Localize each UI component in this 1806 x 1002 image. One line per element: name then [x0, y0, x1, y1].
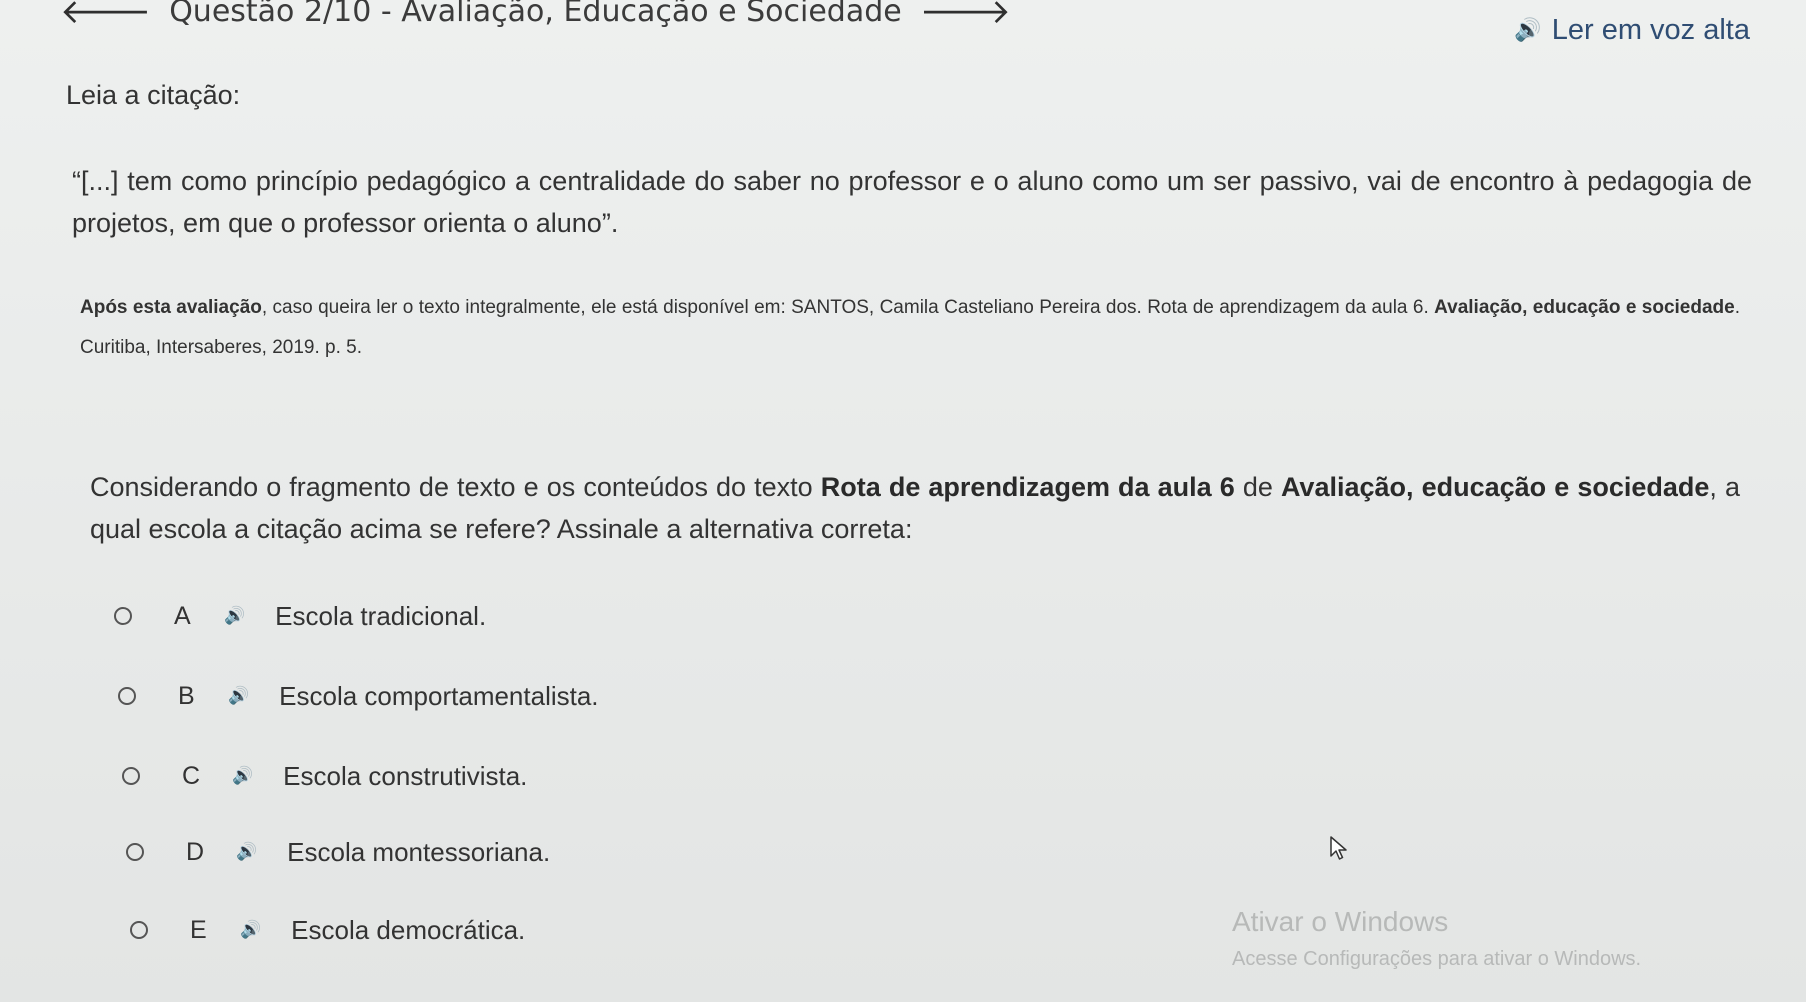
- option-text: Escola tradicional.: [275, 600, 487, 631]
- quote-text: “[...] tem como princípio pedagógico a c…: [72, 166, 1752, 238]
- windows-activation-watermark: Ativar o Windows Acesse Configurações pa…: [1232, 906, 1641, 971]
- option-c[interactable]: C 🔊 Escola construtivista.: [122, 756, 527, 796]
- radio-button[interactable]: [126, 843, 144, 861]
- option-e[interactable]: E 🔊 Escola democrática.: [130, 910, 525, 950]
- option-letter: D: [186, 837, 205, 866]
- question-part-2: de: [1234, 472, 1281, 502]
- option-a[interactable]: A 🔊 Escola tradicional.: [114, 596, 486, 636]
- source-book: Avaliação, educação e sociedade: [1434, 297, 1735, 318]
- option-text: Escola construtivista.: [283, 760, 528, 791]
- option-text: Escola democrática.: [291, 914, 526, 945]
- question-part-1: Considerando o fragmento de texto e os c…: [90, 472, 821, 502]
- speaker-icon[interactable]: 🔊: [224, 606, 245, 626]
- source-text: , caso queira ler o texto integralmente,…: [261, 297, 1435, 318]
- radio-button[interactable]: [130, 921, 148, 939]
- option-text: Escola montessoriana.: [287, 836, 551, 867]
- arrow-right-icon[interactable]: 🡒: [920, 0, 1011, 29]
- option-letter: A: [174, 601, 191, 630]
- question-text: Considerando o fragmento de texto e os c…: [90, 466, 1740, 550]
- watermark-subtitle: Acesse Configurações para ativar o Windo…: [1232, 948, 1642, 970]
- read-aloud-button[interactable]: 🔊 Ler em voz alta: [1514, 14, 1750, 47]
- source-reference: Após esta avaliação, caso queira ler o t…: [80, 288, 1740, 368]
- question-bold-1: Rota de aprendizagem da aula 6: [820, 472, 1235, 502]
- speaker-icon: 🔊: [1514, 18, 1542, 43]
- question-header: 🡐 Questão 2/10 - Avaliação, Educação e S…: [60, 0, 1011, 29]
- option-letter: B: [178, 681, 195, 710]
- read-aloud-label: Ler em voz alta: [1551, 14, 1750, 46]
- speaker-icon[interactable]: 🔊: [240, 920, 261, 940]
- speaker-icon[interactable]: 🔊: [236, 842, 257, 862]
- speaker-icon[interactable]: 🔊: [232, 766, 253, 786]
- option-d[interactable]: D 🔊 Escola montessoriana.: [126, 832, 550, 872]
- speaker-icon[interactable]: 🔊: [228, 686, 249, 706]
- mouse-cursor-icon: [1330, 836, 1347, 860]
- radio-button[interactable]: [118, 687, 136, 705]
- question-bold-2: Avaliação, educação e sociedade: [1280, 472, 1710, 502]
- watermark-title: Ativar o Windows: [1232, 906, 1449, 937]
- radio-button[interactable]: [122, 767, 140, 785]
- arrow-left-icon[interactable]: 🡐: [60, 0, 151, 29]
- question-title: Questão 2/10 - Avaliação, Educação e Soc…: [169, 0, 902, 29]
- option-letter: C: [182, 761, 201, 790]
- option-b[interactable]: B 🔊 Escola comportamentalista.: [118, 676, 599, 716]
- option-letter: E: [190, 915, 207, 944]
- option-text: Escola comportamentalista.: [279, 680, 599, 711]
- intro-text: Leia a citação:: [66, 80, 241, 110]
- source-prefix: Após esta avaliação: [80, 297, 262, 318]
- radio-button[interactable]: [114, 607, 132, 625]
